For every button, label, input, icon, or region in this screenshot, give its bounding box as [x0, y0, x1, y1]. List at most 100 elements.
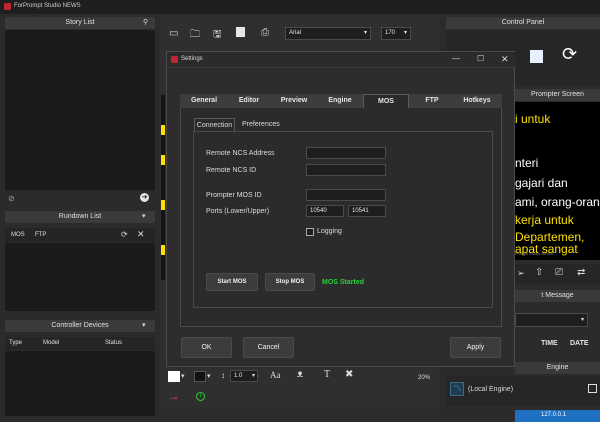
rewind-icon[interactable]: ➢ — [517, 268, 525, 279]
prompter-line: kerja untuk — [515, 213, 574, 227]
control-panel-title: Control Panel — [501, 19, 545, 26]
dialog-title: Settings — [181, 56, 203, 62]
tools-icon[interactable]: ✖ — [345, 369, 353, 380]
font-icon[interactable]: T — [324, 369, 330, 380]
editor-margin — [161, 95, 165, 280]
rundown-tab-mos[interactable]: MOS — [11, 232, 25, 238]
prompter-preview: i untuk nteri gajari dan ami, orang-oran… — [515, 102, 600, 260]
rundown-list-header: Rundown List — [5, 211, 155, 223]
chevron-down-icon[interactable]: ▾ — [207, 372, 211, 380]
prompt-message-title: t Message — [541, 292, 574, 299]
rundown-list-body[interactable] — [5, 243, 155, 311]
font-name: Arial — [289, 30, 302, 36]
ruler-marker — [161, 155, 165, 165]
prompter-screen-header: Prompter Screen — [515, 89, 600, 101]
visibility-off-icon[interactable]: ⊘ — [8, 194, 15, 203]
controller-devices-title: Controller Devices — [51, 322, 109, 329]
start-mos-button[interactable]: Start MOS — [206, 273, 258, 291]
loop-icon[interactable]: ⟳ — [562, 44, 577, 65]
prompter-line: apat sangat — [515, 242, 578, 256]
maximize-icon[interactable]: ☐ — [477, 54, 484, 63]
prompter-screen-title: Prompter Screen — [531, 91, 584, 98]
tab-ftp[interactable]: FTP — [413, 94, 451, 108]
tab-general[interactable]: General — [185, 94, 223, 108]
window-icon[interactable] — [588, 384, 597, 393]
tab-engine[interactable]: Engine — [321, 94, 359, 108]
refresh-icon[interactable]: ⟳ — [121, 230, 128, 239]
ruler-marker — [161, 245, 165, 255]
port-upper-input[interactable]: 10541 — [348, 205, 386, 217]
text-color-swatch[interactable] — [168, 371, 180, 382]
ruler-marker — [161, 125, 165, 135]
chevron-down-icon[interactable]: ▾ — [181, 372, 185, 380]
open-folder-icon[interactable]: 🗀 — [190, 27, 200, 44]
chevron-down-icon[interactable]: ▾ — [142, 212, 146, 220]
apply-button[interactable]: Apply — [450, 337, 501, 358]
dialog-titlebar: Settings — ☐ ✕ — [167, 52, 516, 68]
info-icon[interactable]: i — [196, 392, 205, 401]
logging-label: Logging — [317, 228, 342, 235]
prompter-line: i untuk — [515, 112, 551, 126]
port-lower-input[interactable]: 10540 — [306, 205, 344, 217]
controller-devices-body — [5, 351, 155, 416]
line-spacing-icon: ↕ — [221, 371, 225, 380]
remote-ncs-id-input[interactable] — [306, 164, 386, 176]
app-titlebar: ForPrompt Studio NEWS — [0, 0, 600, 14]
engine-icon: 〽 — [450, 382, 464, 396]
save-icon[interactable]: 🖫 — [213, 27, 222, 44]
camera-icon[interactable]: ⎚ — [555, 267, 563, 278]
font-size-select[interactable]: 170 ▾ — [381, 27, 411, 40]
app-title: ForPrompt Studio NEWS — [14, 3, 81, 9]
font-size-value: 170 — [385, 30, 396, 36]
tab-hotkeys[interactable]: Hotkeys — [456, 94, 498, 108]
subtab-connection[interactable]: Connection — [194, 118, 235, 131]
column-date: DATE — [570, 340, 589, 347]
chevron-down-icon[interactable]: ▾ — [142, 321, 146, 329]
chevron-down-icon: ▾ — [363, 30, 367, 36]
engine-header: Engine — [515, 362, 600, 374]
remote-ncs-address-input[interactable] — [306, 147, 386, 159]
print-icon[interactable]: ⎙ — [261, 27, 269, 38]
next-arrow-icon[interactable]: ➜ — [140, 193, 149, 202]
close-icon[interactable]: ✕ — [501, 54, 509, 65]
ok-button[interactable]: OK — [181, 337, 232, 358]
column-type: Type — [9, 340, 23, 346]
background-color-swatch[interactable] — [194, 371, 206, 382]
story-list-body[interactable] — [5, 30, 155, 190]
control-panel-header: Control Panel — [446, 17, 600, 29]
prompter-line: nteri — [515, 156, 539, 170]
prompter-mos-id-label: Prompter MOS ID — [206, 192, 262, 199]
text-format-icon[interactable]: Aa — [270, 370, 281, 380]
rundown-list-title: Rundown List — [58, 213, 102, 220]
chevron-down-icon: ▾ — [580, 317, 584, 323]
rundown-tabbar: MOS FTP ⟳ ✕ — [5, 228, 155, 242]
close-icon[interactable]: ✕ — [137, 229, 145, 240]
rundown-tab-ftp[interactable]: FTP — [35, 232, 46, 238]
swap-icon[interactable]: ⇄ — [577, 267, 585, 278]
new-file-icon[interactable]: ▭ — [169, 28, 178, 39]
minimize-icon[interactable]: — — [452, 54, 460, 63]
mirror-icon[interactable]: ᴥ — [297, 369, 303, 380]
prompter-mos-id-input[interactable] — [306, 189, 386, 201]
tab-preview[interactable]: Preview — [275, 94, 313, 108]
line-spacing-select[interactable]: 1.0 ▾ — [230, 370, 258, 382]
cancel-button[interactable]: Cancel — [243, 337, 294, 358]
local-engine-label[interactable]: (Local Engine) — [468, 386, 513, 393]
font-select[interactable]: Arial ▾ — [285, 27, 371, 40]
upload-icon[interactable]: ⇧ — [535, 267, 543, 278]
tab-editor[interactable]: Editor — [230, 94, 268, 108]
controller-columns: Type Model Status — [5, 337, 155, 350]
message-select[interactable]: ▾ — [515, 313, 588, 327]
document-icon[interactable] — [236, 27, 245, 37]
subtab-preferences[interactable]: Preferences — [242, 118, 280, 131]
story-list-header: Story List — [5, 17, 155, 29]
pin-icon[interactable]: ⚲ — [143, 18, 148, 26]
stop-mos-button[interactable]: Stop MOS — [265, 273, 315, 291]
remote-ncs-address-label: Remote NCS Address — [206, 150, 275, 157]
tab-mos[interactable]: MOS — [363, 94, 409, 108]
stop-icon[interactable] — [530, 50, 543, 63]
logging-checkbox[interactable] — [306, 228, 314, 236]
ports-label: Ports (Lower/Upper) — [206, 208, 270, 215]
app-logo-icon — [4, 3, 11, 10]
key-icon[interactable]: ⊸ — [170, 393, 178, 404]
